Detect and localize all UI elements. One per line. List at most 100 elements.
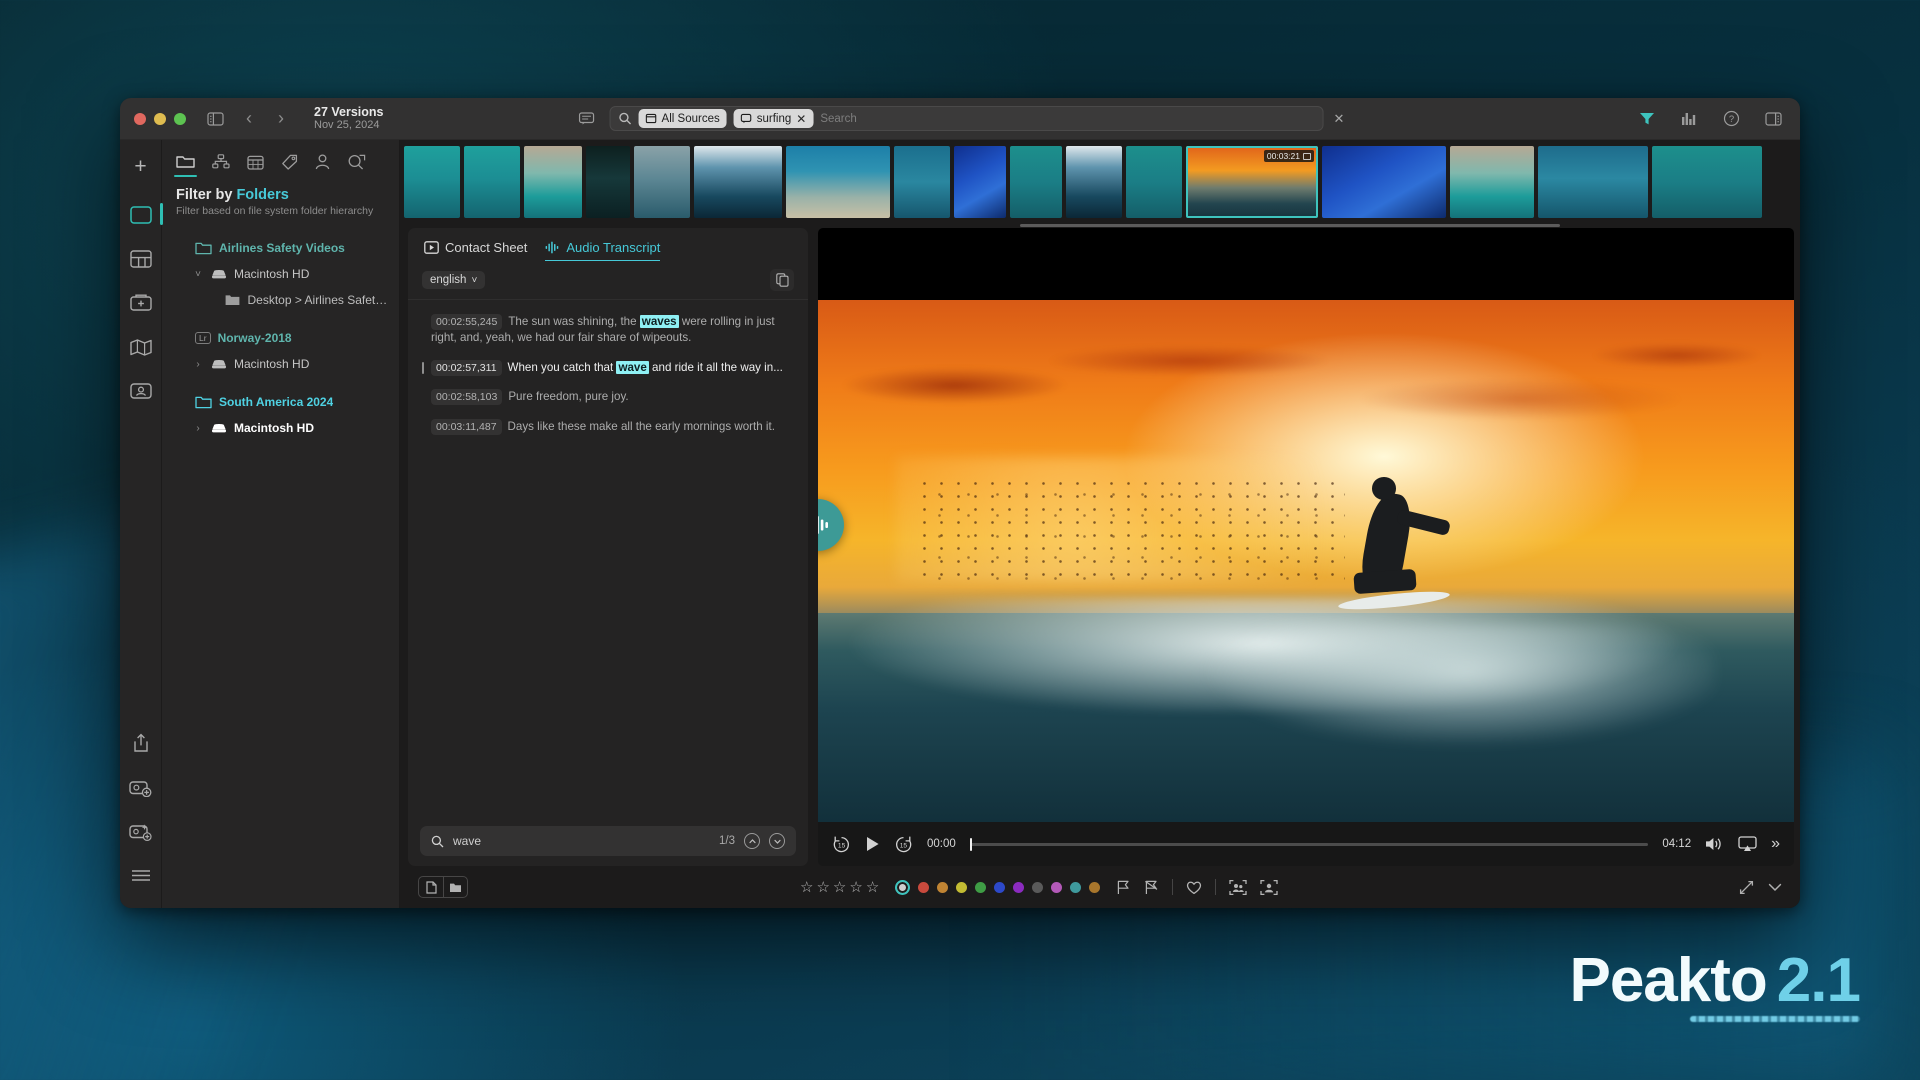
transcript-cue[interactable]: 00:02:57,311 When you catch that wave and… [422, 359, 794, 376]
tab-contact-sheet[interactable]: Contact Sheet [424, 240, 527, 261]
heart-icon[interactable] [1186, 880, 1202, 895]
star-1[interactable]: ☆ [800, 878, 813, 896]
tree-chevron[interactable]: ˅ [192, 269, 204, 280]
thumb-jellyfish-cluster[interactable] [1322, 146, 1446, 218]
comment-icon[interactable] [574, 106, 600, 132]
color-label-green[interactable] [975, 881, 987, 893]
thumb-deep-blue-diver[interactable] [694, 146, 782, 218]
color-label-purple[interactable] [1013, 881, 1025, 893]
star-rating[interactable]: ☆ ☆ ☆ ☆ ☆ [800, 878, 879, 896]
color-label-picker[interactable] [895, 879, 1101, 895]
find-previous-button[interactable] [744, 833, 760, 849]
flag-pick-icon[interactable] [1116, 880, 1131, 895]
volume-icon[interactable] [1705, 836, 1724, 852]
tree-node-disk[interactable]: › Macintosh HD [170, 415, 391, 441]
global-search-field[interactable]: All Sources surfing ✕ Search [609, 106, 1324, 131]
playback-scrubber[interactable] [969, 837, 1649, 851]
thumb-dolphins[interactable] [1538, 146, 1648, 218]
rail-item-menu[interactable] [126, 860, 156, 890]
video-canvas[interactable] [818, 228, 1794, 822]
search-token-all-sources[interactable]: All Sources [638, 109, 727, 128]
rail-item-people-view[interactable] [126, 376, 156, 406]
remove-token-icon[interactable]: ✕ [796, 112, 806, 126]
minimize-window-button[interactable] [154, 112, 166, 125]
histogram-icon[interactable] [1676, 106, 1702, 132]
global-search-input[interactable]: Search [820, 113, 1314, 125]
filmstrip[interactable]: 00:03:21 [400, 146, 1800, 218]
skip-back-15-button[interactable]: 15 [832, 835, 851, 854]
face-single-icon[interactable] [1260, 879, 1278, 896]
play-button[interactable] [865, 836, 880, 852]
flag-reject-icon[interactable] [1144, 880, 1159, 895]
tree-node-catalog[interactable]: Airlines Safety Videos [170, 235, 391, 261]
language-selector[interactable]: english ˅ [422, 271, 486, 289]
thumb-reef-green[interactable] [1010, 146, 1062, 218]
sidebar-tab-folders[interactable] [174, 154, 197, 177]
view-mode-segmented[interactable] [418, 876, 468, 898]
transcript-cue[interactable]: 00:03:11,487 Days like these make all the… [422, 418, 794, 435]
add-catalog-button[interactable]: + [126, 152, 156, 182]
rail-item-single-view[interactable] [126, 200, 163, 230]
nav-forward-button[interactable]: › [270, 108, 292, 129]
window-controls[interactable] [120, 112, 186, 125]
thumb-diver-blue[interactable] [1066, 146, 1122, 218]
transcript-list[interactable]: 00:02:55,245 The sun was shining, the wav… [408, 308, 808, 818]
thumb-dark-wave[interactable] [586, 146, 630, 218]
sidebar-toggle-icon[interactable] [202, 106, 228, 132]
rail-item-add-album[interactable] [126, 288, 156, 318]
sidebar-tab-keywords[interactable] [281, 154, 298, 177]
thumb-surf-underwater-2[interactable] [464, 146, 520, 218]
thumb-turtles-beach[interactable] [786, 146, 890, 218]
transcript-find-field[interactable]: wave 1/3 [420, 826, 796, 856]
thumb-turquoise-water[interactable] [1450, 146, 1534, 218]
search-token-surfing[interactable]: surfing ✕ [733, 109, 814, 128]
star-4[interactable]: ☆ [849, 878, 862, 896]
sidebar-tab-hierarchy[interactable] [212, 154, 230, 177]
copy-transcript-button[interactable] [770, 269, 794, 291]
color-label-none[interactable] [895, 879, 911, 895]
thumb-surfer-sunset[interactable]: 00:03:21 [1186, 146, 1318, 218]
maximize-window-button[interactable] [174, 112, 186, 125]
clear-search-icon[interactable]: ✕ [1334, 111, 1347, 127]
color-label-yellow[interactable] [956, 881, 968, 893]
thumb-cliff-lagoon[interactable] [524, 146, 582, 218]
sidebar-tab-smart-search[interactable] [347, 154, 366, 177]
help-icon[interactable]: ? [1718, 106, 1744, 132]
tab-audio-transcript[interactable]: Audio Transcript [545, 240, 660, 261]
color-label-gray[interactable] [1032, 881, 1044, 893]
thumb-shallow-reef[interactable] [1652, 146, 1762, 218]
tree-node-catalog[interactable]: Lr Norway-2018 [170, 325, 391, 351]
tree-chevron[interactable]: › [192, 423, 204, 434]
file-view-icon[interactable] [419, 877, 443, 897]
find-next-button[interactable] [769, 833, 785, 849]
thumb-kelp-green[interactable] [1126, 146, 1182, 218]
color-label-magenta[interactable] [1051, 881, 1063, 893]
thumb-surf-underwater-1[interactable] [404, 146, 460, 218]
rail-item-map-view[interactable] [126, 332, 156, 362]
right-panel-toggle-icon[interactable] [1760, 106, 1786, 132]
sidebar-tab-calendar[interactable] [247, 154, 264, 177]
chevron-down-icon[interactable] [1768, 882, 1782, 892]
close-window-button[interactable] [134, 112, 146, 125]
thumb-jelly-blue[interactable] [954, 146, 1006, 218]
star-5[interactable]: ☆ [866, 878, 879, 896]
folder-view-icon[interactable] [443, 877, 467, 897]
skip-forward-15-button[interactable]: 15 [894, 835, 913, 854]
fullscreen-icon[interactable] [1739, 880, 1754, 895]
tree-node-path[interactable]: Desktop > Airlines Safety Vid... [170, 287, 391, 313]
tree-chevron[interactable]: › [192, 359, 204, 370]
rail-item-share[interactable] [126, 728, 156, 758]
tree-node-disk[interactable]: › Macintosh HD [170, 351, 391, 377]
color-label-red[interactable] [918, 881, 930, 893]
tree-node-disk[interactable]: ˅ Macintosh HD [170, 261, 391, 287]
rail-item-ai-enhance[interactable] [126, 816, 156, 846]
transcript-cue[interactable]: 00:02:58,103 Pure freedom, pure joy. [422, 389, 794, 406]
rail-item-grid-view[interactable] [126, 244, 156, 274]
more-options-button[interactable]: » [1771, 835, 1780, 853]
airplay-icon[interactable] [1738, 836, 1757, 852]
star-3[interactable]: ☆ [833, 878, 846, 896]
transcript-cue[interactable]: 00:02:55,245 The sun was shining, the wav… [422, 314, 794, 347]
nav-back-button[interactable]: ‹ [238, 108, 260, 129]
star-2[interactable]: ☆ [816, 878, 829, 896]
tree-node-catalog[interactable]: South America 2024 [170, 389, 391, 415]
